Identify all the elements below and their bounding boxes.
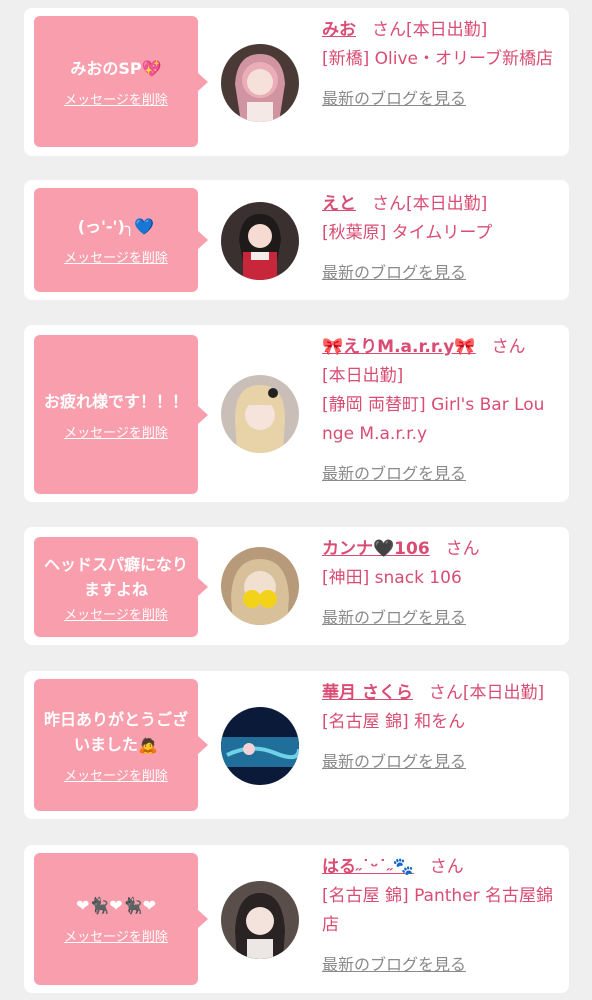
message-card: ❤🐈‍⬛❤🐈‍⬛❤ メッセージを削除 はる˶˙ᵕ˙˶🐾 さん [名古屋 錦] Pa…: [24, 845, 569, 993]
message-text: お疲れ様です！！！: [43, 391, 188, 411]
shop-name: [神田] snack 106: [322, 568, 462, 588]
delete-message-link[interactable]: メッセージを削除: [64, 926, 168, 945]
work-status: [本日出勤]: [462, 683, 545, 703]
delete-message-link[interactable]: メッセージを削除: [64, 89, 168, 108]
cast-name-link[interactable]: みお: [322, 20, 356, 40]
delete-message-link[interactable]: メッセージを削除: [64, 247, 168, 266]
cast-info: えと さん[本日出勤] [秋葉原] タイムリープ 最新のブログを見る: [322, 190, 554, 288]
latest-blog-link[interactable]: 最新のブログを見る: [322, 747, 466, 776]
honorific: さん: [445, 539, 480, 559]
message-bubble: 昨日ありがとうございました🙇 メッセージを削除: [34, 679, 208, 811]
work-status: [本日出勤]: [322, 366, 404, 386]
message-bubble: ヘッドスパ癖になりますよね メッセージを削除: [34, 537, 208, 637]
delete-message-link[interactable]: メッセージを削除: [64, 765, 168, 784]
work-status: [本日出勤]: [406, 194, 488, 214]
latest-blog-link[interactable]: 最新のブログを見る: [322, 258, 466, 287]
honorific: さん: [372, 20, 406, 40]
latest-blog-link[interactable]: 最新のブログを見る: [322, 603, 466, 632]
message-text: (っ'-')╮💙: [77, 217, 155, 236]
cast-name-link[interactable]: はる˶˙ᵕ˙˶🐾: [322, 857, 414, 877]
message-bubble: みおのSP💖 メッセージを削除: [34, 16, 208, 147]
message-bubble: お疲れ様です！！！ メッセージを削除: [34, 335, 208, 494]
cast-info: カンナ🖤106 さん [神田] snack 106 最新のブログを見る: [322, 535, 554, 633]
cast-info: みお さん[本日出勤] [新橋] Olive・オリーブ新橋店 最新のブログを見る: [322, 16, 554, 114]
message-bubble: ❤🐈‍⬛❤🐈‍⬛❤ メッセージを削除: [34, 853, 208, 985]
honorific: さん: [491, 337, 526, 357]
message-card: (っ'-')╮💙 メッセージを削除 えと さん[本日出勤] [秋葉原] タイムリー…: [24, 180, 569, 300]
avatar[interactable]: [221, 44, 299, 122]
cast-name-link[interactable]: 🎀えりM.a.r.r.y🎀: [322, 337, 476, 357]
avatar[interactable]: [221, 202, 299, 280]
message-card: お疲れ様です！！！ メッセージを削除 🎀えりM.a.r.r.y🎀 さん [本日出勤…: [24, 325, 569, 502]
avatar[interactable]: [221, 881, 299, 959]
cast-info: 華月 さくら さん[本日出勤] [名古屋 錦] 和をん 最新のブログを見る: [322, 679, 554, 777]
cast-name-link[interactable]: 華月 さくら: [322, 683, 413, 703]
shop-name: [静岡 両替町] Girl's Bar Lounge M.a.r.r.y: [322, 395, 545, 444]
honorific: さん: [372, 194, 406, 214]
cast-name-link[interactable]: えと: [322, 194, 356, 214]
avatar[interactable]: [221, 375, 299, 453]
message-card: みおのSP💖 メッセージを削除 みお さん[本日出勤] [新橋] Olive・オリ…: [24, 8, 569, 156]
message-bubble: (っ'-')╮💙 メッセージを削除: [34, 188, 208, 292]
shop-name: [名古屋 錦] Panther 名古屋錦店: [322, 886, 554, 935]
message-text: ヘッドスパ癖になりますよね: [43, 554, 188, 599]
avatar[interactable]: [221, 707, 299, 785]
message-text: みおのSP💖: [70, 58, 162, 78]
message-text: 昨日ありがとうございました🙇: [43, 709, 188, 754]
cast-info: はる˶˙ᵕ˙˶🐾 さん [名古屋 錦] Panther 名古屋錦店 最新のブログを…: [322, 853, 554, 980]
latest-blog-link[interactable]: 最新のブログを見る: [322, 459, 466, 488]
message-text: ❤🐈‍⬛❤🐈‍⬛❤: [75, 896, 157, 915]
avatar[interactable]: [221, 547, 299, 625]
shop-name: [秋葉原] タイムリープ: [322, 223, 493, 243]
shop-name: [新橋] Olive・オリーブ新橋店: [322, 49, 553, 69]
cast-info: 🎀えりM.a.r.r.y🎀 さん [本日出勤] [静岡 両替町] Girl's B…: [322, 333, 554, 489]
delete-message-link[interactable]: メッセージを削除: [64, 604, 168, 623]
work-status: [本日出勤]: [406, 20, 488, 40]
honorific: さん: [429, 857, 464, 877]
honorific: さん: [428, 683, 463, 703]
delete-message-link[interactable]: メッセージを削除: [64, 422, 168, 441]
latest-blog-link[interactable]: 最新のブログを見る: [322, 950, 466, 979]
latest-blog-link[interactable]: 最新のブログを見る: [322, 84, 466, 113]
message-card: 昨日ありがとうございました🙇 メッセージを削除 華月 さくら さん[本日出勤] […: [24, 671, 569, 819]
cast-name-link[interactable]: カンナ🖤106: [322, 539, 430, 559]
message-card: ヘッドスパ癖になりますよね メッセージを削除 カンナ🖤106 さん [神田] sn…: [24, 527, 569, 645]
shop-name: [名古屋 錦] 和をん: [322, 712, 466, 732]
